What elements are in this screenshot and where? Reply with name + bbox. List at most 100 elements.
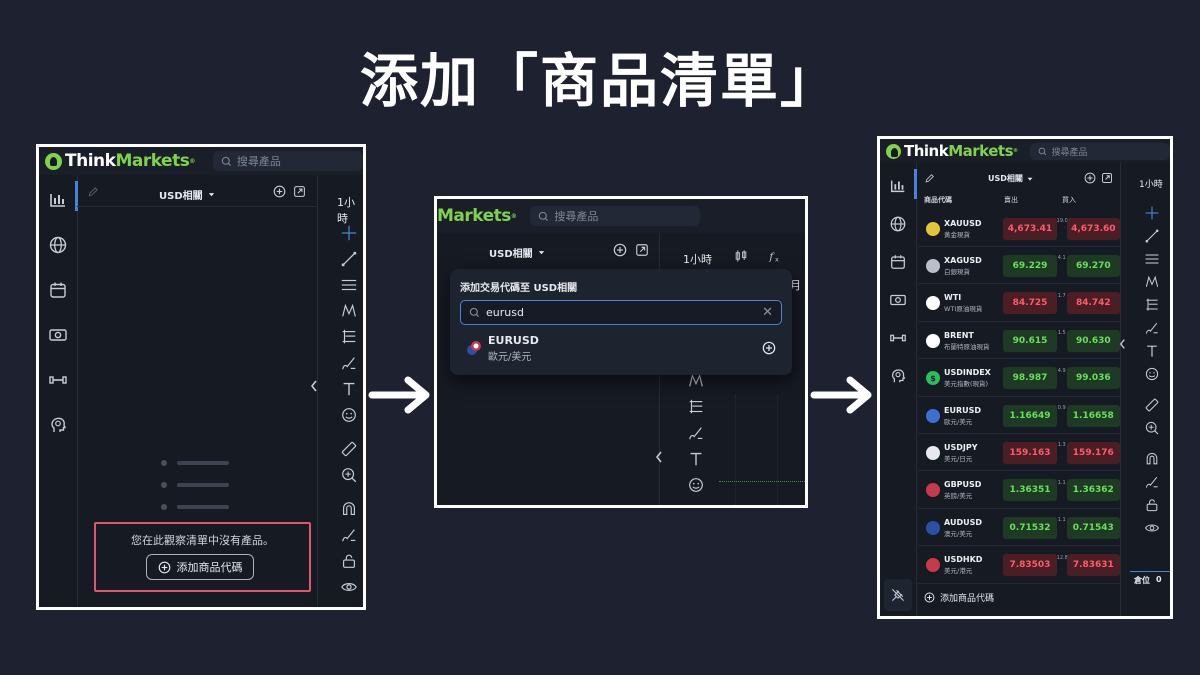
pencil-icon[interactable]: [87, 186, 99, 198]
watchlist-row[interactable]: XAGUSD 白銀現貨 69.229 4.1 69.270: [918, 248, 1120, 285]
dumbbell-icon[interactable]: [47, 369, 69, 391]
sell-price-button[interactable]: 98.987: [1003, 367, 1057, 390]
globe-icon[interactable]: [47, 234, 69, 256]
crosshair-icon[interactable]: [1142, 203, 1162, 223]
brush-icon[interactable]: [686, 423, 706, 443]
dumbbell-icon[interactable]: [887, 327, 909, 349]
fib-icon[interactable]: [1142, 295, 1162, 315]
calendar-icon[interactable]: [47, 279, 69, 301]
brain-icon[interactable]: [887, 365, 909, 387]
popout-icon[interactable]: [635, 243, 649, 257]
buy-price-button[interactable]: 1.36362: [1066, 479, 1120, 502]
popout-icon[interactable]: [1101, 172, 1113, 184]
plus-circle-icon[interactable]: [1084, 172, 1096, 184]
buy-price-button[interactable]: 159.176: [1066, 441, 1120, 464]
buy-price-button[interactable]: 7.83631: [1066, 554, 1120, 577]
brush-icon[interactable]: [339, 353, 359, 373]
add-symbol-button[interactable]: 添加商品代碼: [146, 554, 254, 580]
sell-price-button[interactable]: 0.71532: [1003, 516, 1057, 539]
buy-price-button[interactable]: 1.16658: [1066, 404, 1120, 427]
watchlist-icon[interactable]: [47, 189, 69, 211]
brush-lock-icon[interactable]: [1142, 472, 1162, 492]
positions-tab[interactable]: 倉位 0: [1134, 575, 1162, 586]
search-result-item[interactable]: EURUSD 歐元/美元: [460, 331, 782, 365]
lock-icon[interactable]: [339, 551, 359, 571]
search-input[interactable]: 搜尋產品: [1029, 142, 1170, 160]
search-input[interactable]: 搜尋產品: [212, 151, 363, 171]
symbol-search-input[interactable]: eurusd ✕: [460, 300, 782, 325]
chevron-left-icon[interactable]: [1118, 337, 1127, 351]
channel-icon[interactable]: [1142, 249, 1162, 269]
fib-icon[interactable]: [339, 327, 359, 347]
watchlist-selector[interactable]: USD相關: [489, 245, 546, 260]
globe-icon[interactable]: [887, 213, 909, 235]
sell-price-button[interactable]: 7.83503: [1003, 554, 1057, 577]
search-input[interactable]: 搜尋產品: [530, 206, 701, 226]
zoom-icon[interactable]: [339, 465, 359, 485]
cash-icon[interactable]: [887, 289, 909, 311]
plus-circle-icon[interactable]: [613, 243, 627, 257]
sell-price-button[interactable]: 4,673.41: [1003, 217, 1057, 240]
line-icon[interactable]: [339, 249, 359, 269]
buy-price-button[interactable]: 4,673.60: [1066, 217, 1120, 240]
pattern-icon[interactable]: [339, 301, 359, 321]
plus-circle-icon[interactable]: [273, 185, 286, 198]
eye-icon[interactable]: [339, 577, 359, 597]
chevron-left-icon[interactable]: [309, 378, 319, 394]
clear-icon[interactable]: ✕: [762, 305, 773, 320]
watchlist-row[interactable]: AUDUSD 澳元/美元 0.71532 1.1 0.71543: [918, 510, 1120, 547]
sell-price-button[interactable]: 159.163: [1003, 441, 1057, 464]
fib-icon[interactable]: [686, 397, 706, 417]
ruler-icon[interactable]: [1142, 395, 1162, 415]
fx-icon[interactable]: [767, 248, 783, 264]
magnet-icon[interactable]: [1142, 449, 1162, 469]
buy-price-button[interactable]: 99.036: [1066, 367, 1120, 390]
sell-price-button[interactable]: 69.229: [1003, 254, 1057, 277]
popout-icon[interactable]: [293, 185, 306, 198]
watchlist-row[interactable]: WTI WTI原油現貨 84.725 1.7 84.742: [918, 286, 1120, 322]
pattern-icon[interactable]: [1142, 272, 1162, 292]
brain-icon[interactable]: [47, 414, 69, 436]
add-result-plus-icon[interactable]: [762, 341, 776, 355]
buy-price-button[interactable]: 0.71543: [1066, 516, 1120, 539]
watchlist-row[interactable]: GBPUSD 英鎊/美元 1.36351 1.1 1.36362: [918, 473, 1120, 509]
brush-icon[interactable]: [1142, 318, 1162, 338]
unpin-icon[interactable]: [884, 579, 912, 611]
text-icon[interactable]: [339, 379, 359, 399]
candle-icon[interactable]: [733, 248, 749, 264]
sell-price-button[interactable]: 90.615: [1003, 329, 1057, 352]
chevron-left-icon[interactable]: [654, 449, 664, 465]
crosshair-icon[interactable]: [339, 223, 359, 243]
magnet-icon[interactable]: [339, 499, 359, 519]
lock-icon[interactable]: [1142, 495, 1162, 515]
sell-price-button[interactable]: 1.16649: [1003, 404, 1057, 427]
text-icon[interactable]: [1142, 341, 1162, 361]
calendar-icon[interactable]: [887, 251, 909, 273]
sell-price-button[interactable]: 84.725: [1003, 292, 1057, 315]
emoji-icon[interactable]: [686, 475, 706, 495]
pencil-icon[interactable]: [924, 173, 935, 184]
watchlist-row[interactable]: XAUUSD 黃金現貨 4,673.41 19.0 4,673.60: [918, 211, 1120, 247]
ruler-icon[interactable]: [339, 439, 359, 459]
watchlist-row[interactable]: USDJPY 美元/日元 159.163 1.3 159.176: [918, 435, 1120, 472]
watchlist-row[interactable]: BRENT 布蘭特原油現貨 90.615 1.5 90.630: [918, 323, 1120, 360]
timeframe-label[interactable]: 1小時: [1139, 177, 1163, 190]
text-icon[interactable]: [686, 449, 706, 469]
sell-price-button[interactable]: 1.36351: [1003, 479, 1057, 502]
eye-icon[interactable]: [1142, 518, 1162, 538]
watchlist-row[interactable]: $ USDINDEX 美元指數(現貨) 98.987 4.9 99.036: [918, 361, 1120, 397]
channel-icon[interactable]: [339, 275, 359, 295]
buy-price-button[interactable]: 84.742: [1066, 292, 1120, 315]
timeframe-label[interactable]: 1小時: [337, 194, 363, 226]
buy-price-button[interactable]: 90.630: [1066, 329, 1120, 352]
watchlist-selector[interactable]: USD相關: [159, 187, 216, 202]
emoji-icon[interactable]: [339, 405, 359, 425]
watchlist-icon[interactable]: [887, 175, 909, 197]
watchlist-row[interactable]: EURUSD 歐元/美元 1.16649 0.9 1.16658: [918, 398, 1120, 434]
emoji-icon[interactable]: [1142, 364, 1162, 384]
buy-price-button[interactable]: 69.270: [1066, 254, 1120, 277]
watchlist-row[interactable]: USDHKD 美元/港元 7.83503 12.8 7.83631: [918, 548, 1120, 584]
timeframe-label[interactable]: 1小時: [683, 251, 712, 267]
watchlist-selector[interactable]: USD相關: [988, 173, 1034, 184]
zoom-icon[interactable]: [1142, 418, 1162, 438]
